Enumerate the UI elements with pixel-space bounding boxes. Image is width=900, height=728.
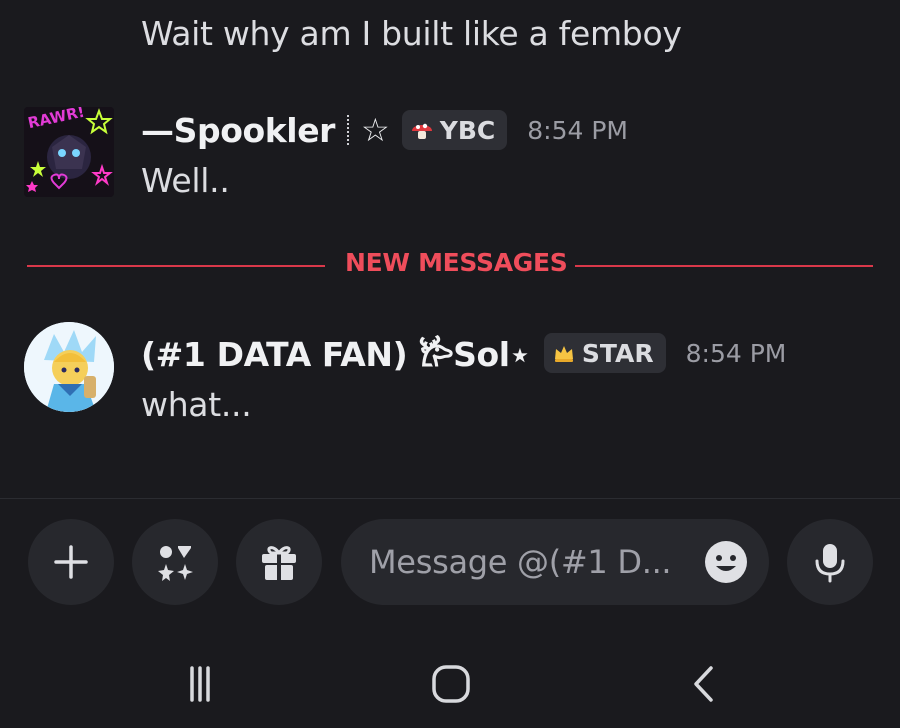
divider-line-right <box>575 265 873 267</box>
emoji-icon[interactable] <box>703 539 749 585</box>
guild-tag-label: STAR <box>581 338 654 368</box>
composer-divider <box>0 498 900 499</box>
guild-tag-label: YBC <box>439 115 496 145</box>
gift-icon <box>262 546 296 580</box>
back-button[interactable] <box>674 654 734 714</box>
divider-line-left <box>27 265 325 267</box>
timestamp: 8:54 PM <box>685 338 787 368</box>
guild-tag[interactable]: STAR <box>543 333 666 373</box>
back-icon <box>694 666 713 702</box>
avatar-image: RAWR! <box>24 107 114 197</box>
message-placeholder: Message @(#1 D... <box>369 543 672 581</box>
guild-tag[interactable]: YBC <box>401 110 508 150</box>
message-input[interactable]: Message @(#1 D... <box>341 519 769 605</box>
new-messages-divider: NEW MESSAGES <box>27 248 873 277</box>
avatar-sol[interactable] <box>24 322 114 412</box>
username[interactable]: —Spookler <box>141 111 335 150</box>
system-navigation-bar <box>0 640 900 728</box>
avatar-image <box>24 322 114 412</box>
message-header-spookler: —Spookler ☆ YBC 8:54 PM <box>141 106 628 154</box>
recents-button[interactable] <box>170 654 230 714</box>
timestamp: 8:54 PM <box>527 115 628 145</box>
apps-button[interactable] <box>132 519 218 605</box>
message-text: what... <box>141 385 252 424</box>
apps-icon <box>158 546 193 581</box>
avatar-spookler[interactable]: RAWR! <box>24 107 114 197</box>
message-text: Well.. <box>141 161 230 200</box>
home-icon <box>432 665 470 703</box>
message-text-continued: Wait why am I built like a femboy <box>141 14 682 53</box>
add-attachment-button[interactable] <box>28 519 114 605</box>
home-button[interactable] <box>421 654 481 714</box>
plus-icon <box>54 545 88 579</box>
name-separator <box>347 115 350 145</box>
microphone-icon <box>815 544 845 583</box>
voice-message-button[interactable] <box>787 519 873 605</box>
crown-icon <box>554 346 573 362</box>
star-outline-icon: ☆ <box>361 111 390 149</box>
new-messages-label: NEW MESSAGES <box>345 248 568 277</box>
mushroom-icon <box>411 123 432 139</box>
gift-button[interactable] <box>236 519 322 605</box>
username[interactable]: (#1 DATA FAN) 𐂂Sol⋆ <box>141 331 530 376</box>
message-header-sol: (#1 DATA FAN) 𐂂Sol⋆ STAR 8:54 PM <box>141 329 786 377</box>
recents-icon <box>190 666 210 702</box>
